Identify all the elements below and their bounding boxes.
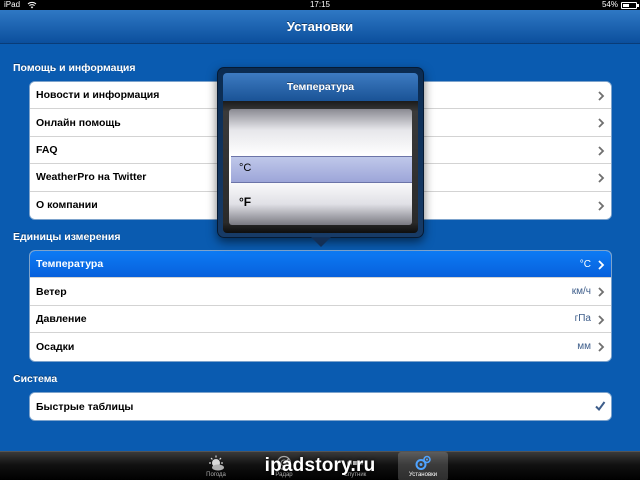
row-label: Температура [36, 258, 104, 271]
row-value: км/ч [571, 286, 591, 298]
row-label: Онлайн помощь [36, 116, 121, 129]
chevron-right-icon [598, 315, 605, 325]
status-bar: iPad 17:15 54% [0, 0, 640, 10]
section-title-help: Помощь и информация [13, 62, 136, 74]
row-quick-tables[interactable]: Быстрые таблицы [30, 393, 611, 421]
section-title-system: Система [13, 373, 58, 385]
checkmark-icon [595, 401, 606, 412]
chevron-right-icon [598, 91, 605, 101]
row-pressure[interactable]: Давление гПа [30, 305, 611, 334]
tab-label: Установки [408, 472, 438, 478]
watermark-text: ipadstory.ru [264, 455, 376, 476]
row-label: FAQ [36, 143, 58, 156]
tab-weather[interactable]: Погода [191, 452, 241, 480]
picker-selection-band [231, 156, 412, 183]
row-label: WeatherPro на Twitter [36, 171, 147, 184]
page-title: Установки [286, 19, 354, 34]
row-wind[interactable]: Ветер км/ч [30, 278, 611, 306]
row-precipitation[interactable]: Осадки мм [30, 333, 611, 361]
temperature-popover: Температура °C °F [217, 67, 424, 247]
battery-percent: 54% [601, 0, 618, 9]
row-value: °C [579, 258, 591, 270]
navigation-bar: Установки [0, 10, 640, 44]
row-label: Ветер [36, 285, 67, 298]
row-value: гПа [574, 313, 591, 325]
tab-label: Погода [206, 472, 226, 478]
chevron-right-icon [598, 173, 605, 183]
chevron-right-icon [598, 287, 605, 298]
row-value: мм [577, 341, 591, 353]
row-label: Давление [36, 312, 87, 325]
row-label: О компании [36, 199, 98, 212]
popover-arrow [311, 237, 331, 247]
row-label: Быстрые таблицы [36, 400, 134, 413]
row-temperature[interactable]: Температура °C [30, 251, 611, 279]
weather-icon [209, 455, 224, 471]
chevron-right-icon [598, 200, 605, 211]
picker-option-celsius[interactable]: °C [239, 162, 251, 174]
tab-settings[interactable]: Установки [398, 452, 448, 480]
popover-title: Температура [223, 73, 418, 101]
settings-icon [415, 455, 431, 470]
units-group: Температура °C Ветер км/ч Давление гПа О… [29, 250, 612, 362]
row-label: Новости и информация [36, 89, 160, 102]
chevron-right-icon [598, 342, 605, 352]
unit-picker[interactable]: °C °F [223, 101, 418, 233]
battery-icon [621, 2, 639, 9]
row-label: Осадки [36, 340, 75, 353]
chevron-right-icon [598, 146, 605, 156]
picker-option-fahrenheit[interactable]: °F [239, 195, 251, 209]
chevron-right-icon [598, 260, 605, 270]
chevron-right-icon [598, 118, 605, 129]
picker-wheel[interactable]: °C °F [229, 109, 412, 225]
clock: 17:15 [309, 0, 331, 9]
system-group: Быстрые таблицы [29, 392, 612, 422]
section-title-units: Единицы измерения [13, 231, 121, 243]
